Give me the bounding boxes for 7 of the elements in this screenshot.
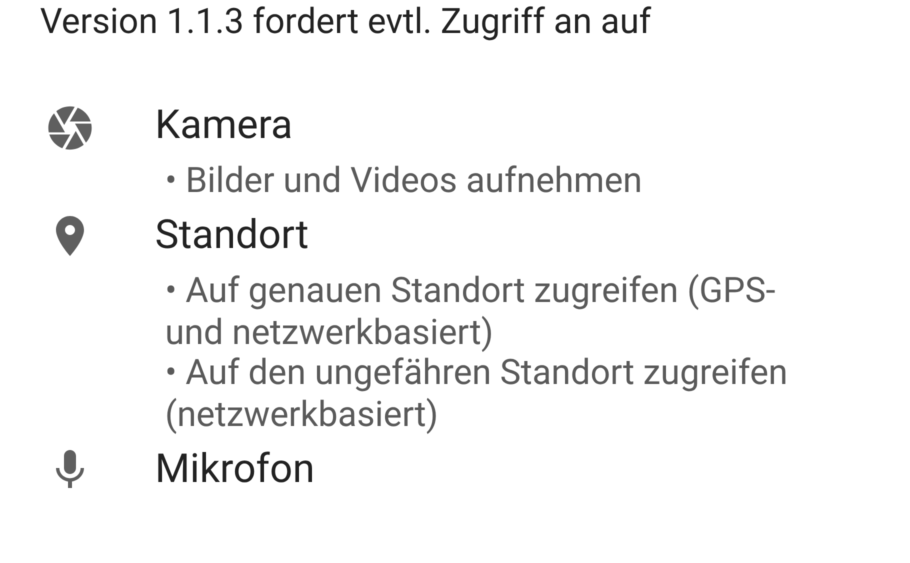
permission-title: Standort (155, 214, 309, 256)
permission-title: Mikrofon (155, 448, 315, 490)
permission-detail: • Auf den ungefähren Standort zugreifen (netzwerkbasiert) (164, 352, 789, 436)
permission-detail: • Bilder und Videos aufnehmen (164, 160, 644, 202)
permission-title: Kamera (155, 104, 293, 146)
permission-heading: Version 1.1.3 fordert evtl. Zugriff an auf (40, 2, 652, 42)
permission-detail: • Auf genauen Standort zugreifen (GPS- und netzwerkbasiert) (164, 270, 776, 354)
